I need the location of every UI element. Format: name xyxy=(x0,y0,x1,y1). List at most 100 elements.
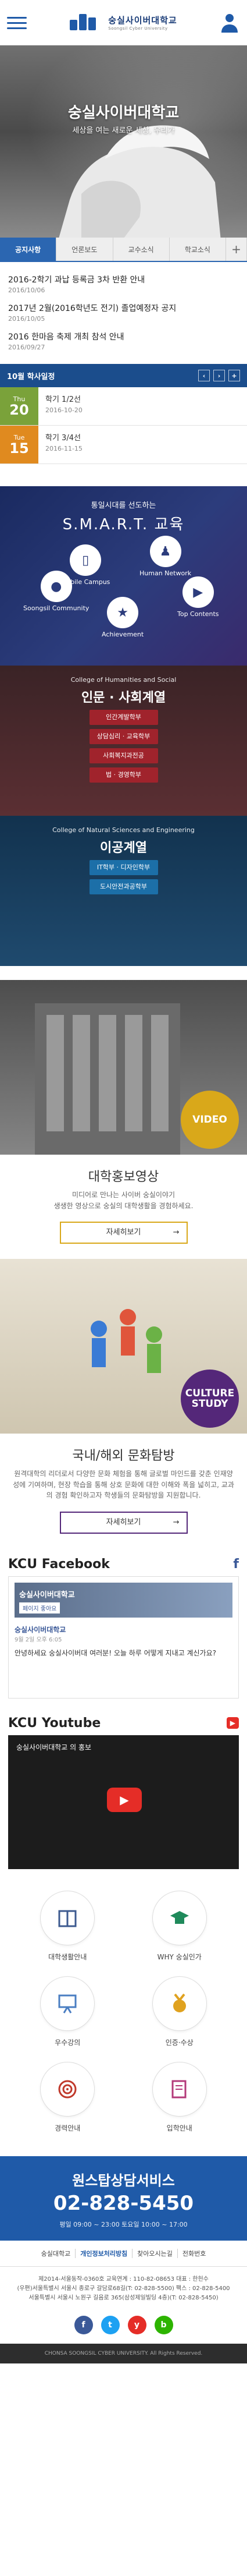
hero-title: 숭실사이버대학교 xyxy=(67,104,180,122)
college-button[interactable]: IT학부 · 디자인학부 xyxy=(89,860,158,875)
college-button[interactable]: 상담심리 · 교육학부 xyxy=(89,729,158,744)
quicklink-career[interactable]: 경력안내 xyxy=(12,2062,124,2133)
list-item[interactable]: 2017년 2월(2016학년도 전기) 졸업예정자 공지 2016/10/05 xyxy=(8,299,239,327)
college-ko: 이공계열 xyxy=(100,841,147,855)
consult-phone[interactable]: 02-828-5450 xyxy=(0,2192,247,2215)
fb-post-name: 숭실사이버대학교 xyxy=(15,1625,66,1634)
youtube-section: KCU Youtube ▶ 숭실사이버대학교 의 홍보 ▶ xyxy=(8,1716,239,1869)
quicklink-campus-life[interactable]: 대학생활안내 xyxy=(12,1891,124,1962)
smart-item: Mobile Campus xyxy=(61,578,110,586)
schedule-day: Thu 20 xyxy=(0,387,38,425)
footer-link[interactable]: 숭실대학교 xyxy=(37,2248,76,2258)
schedule-item-title: 학기 1/2선 xyxy=(45,395,81,404)
schedule-item-date: 2016-10-20 xyxy=(45,406,83,414)
blog-icon[interactable]: b xyxy=(154,2315,173,2334)
notice-title: 2016 한마음 축제 개최 참석 안내 xyxy=(8,332,124,342)
college-humanities: College of Humanities and Social 인문 · 사회… xyxy=(0,666,247,816)
footer-address: 제2014-서울동작-0360호 교육연계 : 110-82-08653 대표 … xyxy=(17,2276,230,2301)
college-science: College of Natural Sciences and Engineer… xyxy=(0,816,247,966)
schedule-title: 10월 학사일정 xyxy=(7,372,55,381)
logo-mark-icon xyxy=(70,13,103,33)
footer-link[interactable]: 찾아오시는길 xyxy=(133,2248,178,2258)
top-bar: 숭실사이버대학교 Soongsil Cyber University xyxy=(0,0,247,45)
tab-more-button[interactable]: + xyxy=(226,238,247,261)
consult-banner[interactable]: 원스탑상담서비스 02-828-5450 평일 09:00 ~ 23:00 토요… xyxy=(0,2156,247,2241)
culture-badge: CULTURE STUDY xyxy=(181,1370,239,1428)
footer-nav: 숭실대학교 개인정보처리방침 찾아오시는길 전화번호 xyxy=(0,2241,247,2267)
college-ko: 인문 · 사회계열 xyxy=(81,691,166,705)
twitter-icon[interactable]: t xyxy=(101,2315,120,2334)
video-desc: 미디어로 만나는 사이버 숭실이야기 xyxy=(71,1191,176,1199)
college-button[interactable]: 도시안전과공학부 xyxy=(89,879,158,894)
facebook-section: KCU Facebook f 숭실사이버대학교 페이지 좋아요 숭실사이버대학교 9… xyxy=(8,1557,239,1699)
next-icon[interactable]: › xyxy=(213,370,225,381)
schedule-header: 10월 학사일정 ‹ › + xyxy=(0,364,247,387)
footer-link-privacy[interactable]: 개인정보처리방침 xyxy=(76,2248,133,2258)
smart-education-section: 통일시대를 선도하는 S.M.A.R.T. 교육 ● Soongsil Commu… xyxy=(0,486,247,666)
plus-icon[interactable]: + xyxy=(228,370,240,381)
quicklink-best-lecture[interactable]: 우수강의 xyxy=(12,1976,124,2047)
facebook-embed[interactable]: 숭실사이버대학교 페이지 좋아요 숭실사이버대학교 9월 2일 오후 6:05 안… xyxy=(8,1576,239,1699)
contents-icon[interactable]: ▶ xyxy=(182,576,214,608)
fb-post-time: 9월 2일 오후 6:05 xyxy=(15,1636,62,1643)
culture-desc: 원격대학의 리더로서 다양한 문화 체험을 통해 글로벌 마인드를 갖춘 인재양… xyxy=(13,1470,234,1500)
target-icon xyxy=(41,2062,95,2116)
site-logo[interactable]: 숭실사이버대학교 Soongsil Cyber University xyxy=(70,13,177,33)
menu-button[interactable] xyxy=(7,13,27,33)
book-icon xyxy=(41,1891,95,1945)
college-button[interactable]: 법 · 경영학부 xyxy=(89,767,158,783)
youtube-player[interactable]: 숭실사이버대학교 의 홍보 ▶ xyxy=(8,1735,239,1869)
youtube-icon[interactable]: y xyxy=(127,2315,146,2334)
schedule-row[interactable]: Thu 20 학기 1/2선 2016-10-20 xyxy=(0,387,247,426)
quicklink-admission[interactable]: 입학안내 xyxy=(124,2062,236,2133)
smart-item: Soongsil Community xyxy=(23,604,90,612)
list-item[interactable]: 2016-2학기 과납 등록금 3차 반환 안내 2016/10/06 xyxy=(8,270,239,299)
college-button[interactable]: 사회복지과전공 xyxy=(89,748,158,763)
tab-school[interactable]: 학교소식 xyxy=(169,238,226,261)
college-en: College of Natural Sciences and Engineer… xyxy=(52,826,195,834)
document-pen-icon xyxy=(152,2062,206,2116)
notice-date: 2016/09/27 xyxy=(8,344,45,351)
video-desc: 생생한 영상으로 숭실의 대학생활을 경험하세요. xyxy=(53,1201,194,1210)
mobile-icon[interactable]: ▯ xyxy=(70,544,102,576)
user-icon[interactable] xyxy=(219,12,240,34)
college-button[interactable]: 인간계발학부 xyxy=(89,710,158,725)
facebook-icon[interactable]: f xyxy=(74,2315,93,2334)
notice-date: 2016/10/06 xyxy=(8,286,45,294)
prev-icon[interactable]: ‹ xyxy=(198,370,210,381)
footer-link[interactable]: 전화번호 xyxy=(178,2249,210,2258)
video-more-button[interactable]: 자세히보기 xyxy=(59,1222,188,1244)
fb-like-button[interactable]: 페이지 좋아요 xyxy=(19,1602,60,1613)
notice-list: 2016-2학기 과납 등록금 3차 반환 안내 2016/10/06 2017년… xyxy=(0,262,247,360)
achievement-icon[interactable]: ★ xyxy=(107,597,139,628)
notice-date: 2016/10/05 xyxy=(8,315,45,323)
consult-hours: 평일 09:00 ~ 23:00 토요일 10:00 ~ 17:00 xyxy=(59,2220,188,2228)
schedule-day: Tue 15 xyxy=(0,426,38,463)
tab-press[interactable]: 언론보도 xyxy=(56,238,113,261)
facebook-icon[interactable]: f xyxy=(233,1557,239,1572)
consult-title: 원스탑상담서비스 xyxy=(72,2172,175,2189)
copyright: CHONSA SOONGSIL CYBER UNIVERSITY. All Ri… xyxy=(0,2343,247,2363)
quicklink-award[interactable]: 인증·수상 xyxy=(124,1976,236,2047)
tab-faculty[interactable]: 교수소식 xyxy=(113,238,170,261)
college-en: College of Humanities and Social xyxy=(70,676,177,684)
culture-more-button[interactable]: 자세히보기 xyxy=(59,1511,188,1534)
tab-notice[interactable]: 공지사항 xyxy=(0,238,57,261)
network-icon[interactable]: ♟ xyxy=(149,536,181,567)
list-item[interactable]: 2016 한마음 축제 개최 참석 안내 2016/09/27 xyxy=(8,327,239,356)
smart-item: Top Contents xyxy=(177,610,219,618)
youtube-logo-icon[interactable]: ▶ xyxy=(226,1717,239,1729)
fb-page-name: 숭실사이버대학교 xyxy=(19,1590,75,1600)
quicklink-why-soongsil[interactable]: WHY 숭실인가 xyxy=(124,1891,236,1962)
social-links: f t y b xyxy=(0,2311,247,2344)
video-title-label: 숭실사이버대학교 의 홍보 xyxy=(16,1743,92,1751)
schedule-row[interactable]: Tue 15 학기 3/4선 2016-11-15 xyxy=(0,426,247,464)
smart-item: Achievement xyxy=(102,631,144,638)
logo-english: Soongsil Cyber University xyxy=(108,26,168,31)
fb-post-text: 안녕하세요 숭실사이버대 여러분! 오늘 하루 어떻게 지내고 계신가요? xyxy=(15,1648,217,1657)
medal-icon xyxy=(152,1976,206,2030)
play-icon[interactable]: ▶ xyxy=(107,1787,142,1812)
presentation-icon xyxy=(41,1976,95,2030)
culture-title: 국내/해외 문화탐방 xyxy=(72,1449,175,1464)
mortarboard-icon xyxy=(152,1891,206,1945)
